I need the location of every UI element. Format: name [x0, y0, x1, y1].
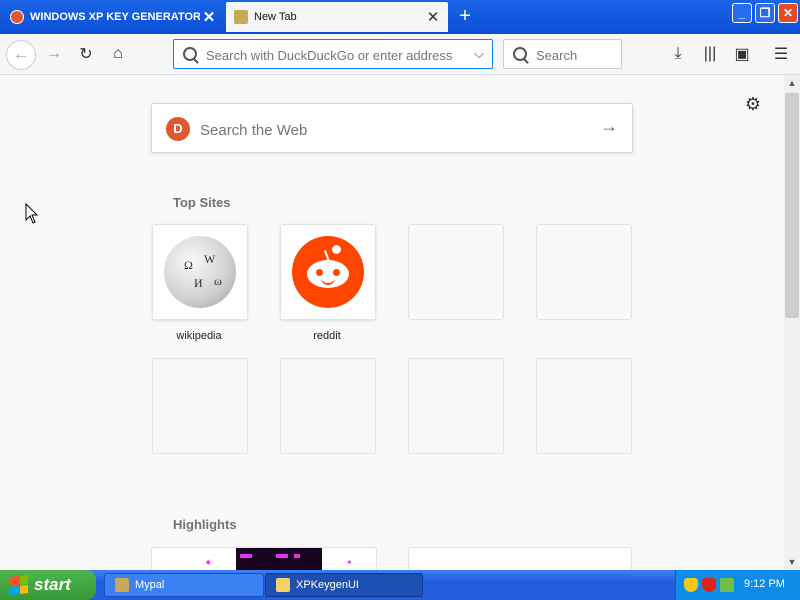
- back-arrow-icon[interactable]: ←: [6, 40, 36, 70]
- sparkle-icon: ✦: [204, 558, 213, 569]
- highlights-heading: Highlights: [173, 517, 237, 532]
- start-button[interactable]: start: [0, 570, 96, 600]
- tab-label: New Tab: [254, 11, 297, 23]
- top-site-tile-empty[interactable]: [152, 358, 248, 454]
- download-icon[interactable]: ⤓: [666, 42, 690, 66]
- tab-label: WINDOWS XP KEY GENERATOR at: [30, 11, 200, 23]
- chevron-down-icon[interactable]: ⌵: [474, 46, 484, 62]
- folder-icon: [276, 578, 290, 592]
- taskbar-item-label: Mypal: [135, 579, 165, 591]
- alert-shield-icon[interactable]: [702, 578, 716, 592]
- network-icon[interactable]: [720, 578, 734, 592]
- clock[interactable]: 9:12 PM: [744, 578, 785, 590]
- windows-taskbar: start Mypal XPKeygenUI 9:12 PM: [0, 570, 800, 600]
- close-tab-icon[interactable]: ✕: [200, 8, 218, 26]
- top-site-tile-empty[interactable]: [408, 358, 504, 454]
- scroll-thumb[interactable]: [785, 93, 799, 318]
- new-tab-plus-icon[interactable]: +: [453, 6, 477, 28]
- taskbar-item-mypal[interactable]: Mypal: [104, 573, 264, 597]
- top-site-tile-wikipedia[interactable]: Ω W И ω: [152, 224, 248, 320]
- reload-icon[interactable]: ↻: [72, 40, 100, 68]
- close-window-button[interactable]: ✕: [778, 3, 798, 23]
- search-bar[interactable]: [503, 39, 622, 69]
- mypal-favicon-icon: [234, 10, 248, 24]
- system-tray: 9:12 PM: [675, 570, 800, 600]
- top-site-label[interactable]: wikipedia: [139, 330, 259, 342]
- top-site-tile-empty[interactable]: [280, 358, 376, 454]
- reddit-alien-icon: [292, 236, 364, 308]
- hamburger-menu-icon[interactable]: ☰: [769, 42, 793, 66]
- vertical-scrollbar[interactable]: ▲ ▼: [784, 75, 800, 570]
- gear-icon[interactable]: ⚙: [742, 93, 764, 115]
- taskbar-item-label: XPKeygenUI: [296, 579, 359, 591]
- mypal-app-icon: [115, 578, 129, 592]
- search-icon: [183, 47, 197, 61]
- restore-button[interactable]: ❐: [755, 3, 775, 23]
- wikipedia-globe-icon: Ω W И ω: [164, 236, 236, 308]
- arrow-right-icon[interactable]: →: [600, 116, 618, 137]
- home-icon[interactable]: ⌂: [104, 40, 132, 68]
- sidebar-icon[interactable]: ▣: [730, 42, 754, 66]
- duckduckgo-favicon-icon: [10, 10, 24, 24]
- address-bar[interactable]: ⌵: [173, 39, 493, 69]
- top-site-tile-empty[interactable]: [408, 224, 504, 320]
- close-tab-icon[interactable]: ✕: [424, 8, 442, 26]
- search-icon: [513, 47, 527, 61]
- sparkle-icon: ✦: [346, 558, 353, 567]
- minimize-button[interactable]: _: [732, 3, 752, 23]
- duckduckgo-logo-icon: D: [166, 117, 190, 141]
- title-bar: WINDOWS XP KEY GENERATOR at ✕ New Tab ✕ …: [0, 0, 800, 34]
- navigation-toolbar: ← → ↻ ⌂ ⌵ ⤓ ||| ▣ ☰: [0, 34, 800, 75]
- scroll-down-arrow-icon[interactable]: ▼: [784, 554, 800, 570]
- scroll-up-arrow-icon[interactable]: ▲: [784, 75, 800, 91]
- top-site-tile-empty[interactable]: [536, 224, 632, 320]
- tab-new-tab[interactable]: New Tab ✕: [226, 2, 448, 32]
- web-search-box[interactable]: D →: [151, 103, 633, 153]
- address-input[interactable]: [204, 45, 458, 65]
- search-input[interactable]: [534, 45, 618, 65]
- mouse-cursor-icon: [25, 203, 39, 224]
- top-site-label[interactable]: reddit: [267, 330, 387, 342]
- security-shield-icon[interactable]: [684, 578, 698, 592]
- top-site-tile-empty[interactable]: [536, 358, 632, 454]
- library-icon[interactable]: |||: [698, 42, 722, 66]
- forward-arrow-icon[interactable]: →: [40, 40, 68, 68]
- tab-windows-xp-key-generator[interactable]: WINDOWS XP KEY GENERATOR at ✕: [2, 2, 224, 32]
- new-tab-page: ⚙ D → Top Sites Ω W И ω wikipedia reddit: [0, 75, 784, 577]
- windows-flag-icon: [10, 575, 28, 595]
- top-site-tile-reddit[interactable]: [280, 224, 376, 320]
- taskbar-item-xpkeygenui[interactable]: XPKeygenUI: [265, 573, 423, 597]
- start-label: start: [34, 575, 71, 594]
- top-sites-heading: Top Sites: [173, 195, 231, 210]
- web-search-input[interactable]: [198, 118, 582, 142]
